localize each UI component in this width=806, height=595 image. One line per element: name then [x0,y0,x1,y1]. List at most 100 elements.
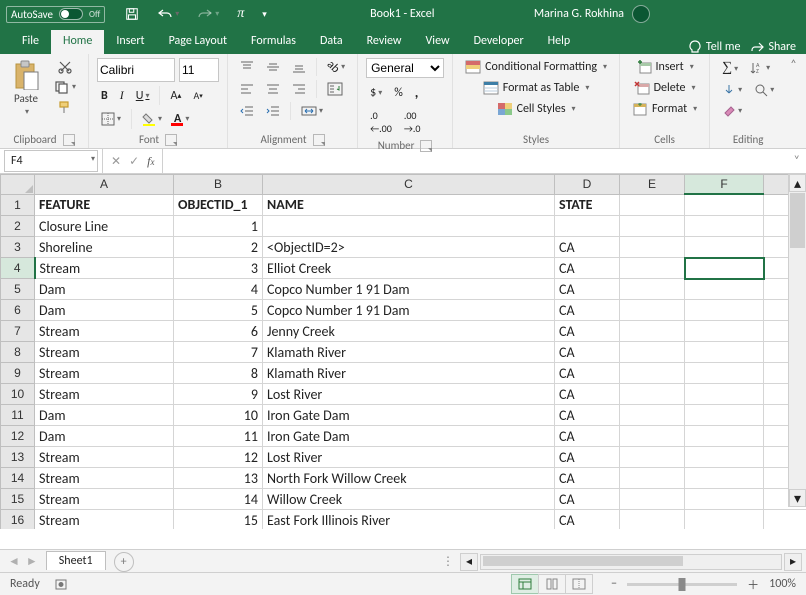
cell-F12[interactable] [685,426,764,447]
customize-qat-button[interactable]: ▾ [258,7,271,22]
cell-A8[interactable]: Stream [35,342,174,363]
user-avatar-icon[interactable] [632,5,650,23]
row-header-3[interactable]: 3 [1,237,35,258]
sheet-tab-1[interactable]: Sheet1 [46,551,106,570]
orientation-button[interactable]: ab▾ [323,58,349,76]
shrink-font-button[interactable]: A▾ [189,87,206,104]
undo-button[interactable]: ▾ [153,5,183,23]
cell-A5[interactable]: Dam [35,279,174,300]
col-header-A[interactable]: A [35,175,174,195]
hscroll-right-button[interactable]: ▸ [784,553,802,571]
cell-D13[interactable]: CA [555,447,620,468]
cell-E6[interactable] [620,300,685,321]
zoom-in-button[interactable]: ＋ [743,574,763,595]
cell-E16[interactable] [620,510,685,530]
cell-A13[interactable]: Stream [35,447,174,468]
cell-F3[interactable] [685,237,764,258]
format-cells-button[interactable]: Format▾ [628,100,701,118]
tab-review[interactable]: Review [355,30,414,54]
cell-C5[interactable]: Copco Number 1 91 Dam [263,279,555,300]
sheet-nav-next-button[interactable]: ► [26,554,38,569]
tell-me-button[interactable]: Tell me [688,40,741,54]
cell-D5[interactable]: CA [555,279,620,300]
user-name[interactable]: Marina G. Rokhina [534,7,624,21]
align-bottom-button[interactable] [288,58,310,76]
cell-E1[interactable] [620,194,685,216]
cell-F8[interactable] [685,342,764,363]
format-as-table-button[interactable]: Format as Table▾ [461,79,611,97]
row-header-10[interactable]: 10 [1,384,35,405]
cell-D1[interactable]: STATE [555,194,620,216]
cell-F4[interactable] [685,258,764,279]
cell-C14[interactable]: North Fork Willow Creek [263,468,555,489]
cell-B2[interactable]: 1 [174,216,263,237]
tab-developer[interactable]: Developer [462,30,536,54]
cell-D9[interactable]: CA [555,363,620,384]
name-box[interactable]: F4 ▾ [4,150,98,172]
cell-C16[interactable]: East Fork Illinois River [263,510,555,530]
borders-button[interactable]: ▾ [97,110,125,128]
copy-button[interactable]: ▾ [50,78,80,96]
row-header-2[interactable]: 2 [1,216,35,237]
font-size-combo[interactable] [179,58,219,82]
cell-C6[interactable]: Copco Number 1 91 Dam [263,300,555,321]
tab-formulas[interactable]: Formulas [239,30,308,54]
cell-A14[interactable]: Stream [35,468,174,489]
cell-E2[interactable] [620,216,685,237]
cell-C11[interactable]: Iron Gate Dam [263,405,555,426]
view-page-layout-button[interactable] [538,574,566,594]
cell-E10[interactable] [620,384,685,405]
cell-A7[interactable]: Stream [35,321,174,342]
cell-A3[interactable]: Shoreline [35,237,174,258]
fill-button[interactable]: ▾ [718,81,746,99]
decrease-indent-button[interactable] [236,102,258,120]
share-button[interactable]: Share [750,40,796,54]
col-header-C[interactable]: C [263,175,555,195]
cell-C12[interactable]: Iron Gate Dam [263,426,555,447]
font-name-combo[interactable] [97,58,175,82]
row-header-7[interactable]: 7 [1,321,35,342]
bold-button[interactable]: B [97,87,112,105]
cell-E12[interactable] [620,426,685,447]
clipboard-launcher[interactable] [63,134,75,146]
cell-B1[interactable]: OBJECTID_1 [174,194,263,216]
cell-D10[interactable]: CA [555,384,620,405]
grow-font-button[interactable]: A▴ [166,87,185,105]
align-left-button[interactable] [236,80,258,98]
find-select-button[interactable]: ▾ [750,81,778,99]
clear-button[interactable]: ▾ [718,102,746,120]
cell-G16[interactable] [764,510,806,530]
pi-quick-button[interactable]: π [233,4,248,24]
align-top-button[interactable] [236,58,258,76]
tab-page-layout[interactable]: Page Layout [157,30,239,54]
percent-format-button[interactable]: % [390,84,407,102]
zoom-level[interactable]: 100% [769,577,796,591]
cell-B12[interactable]: 11 [174,426,263,447]
cell-D14[interactable]: CA [555,468,620,489]
scroll-up-button[interactable]: ▴ [789,174,806,192]
cell-C7[interactable]: Jenny Creek [263,321,555,342]
cell-E11[interactable] [620,405,685,426]
cell-C8[interactable]: Klamath River [263,342,555,363]
tab-data[interactable]: Data [308,30,355,54]
cell-E3[interactable] [620,237,685,258]
cell-F5[interactable] [685,279,764,300]
cell-F15[interactable] [685,489,764,510]
increase-decimal-button[interactable]: .0←.00 [366,107,396,137]
zoom-slider[interactable] [627,583,737,586]
align-middle-button[interactable] [262,58,284,76]
cell-E13[interactable] [620,447,685,468]
autosum-button[interactable]: ∑▾ [718,58,742,78]
row-header-11[interactable]: 11 [1,405,35,426]
cell-A4[interactable]: Stream [35,258,174,279]
cell-F6[interactable] [685,300,764,321]
cell-D4[interactable]: CA [555,258,620,279]
tab-file[interactable]: File [10,30,51,54]
cell-F14[interactable] [685,468,764,489]
tab-view[interactable]: View [414,30,462,54]
cell-B10[interactable]: 9 [174,384,263,405]
hscroll-left-button[interactable]: ◂ [460,553,478,571]
cell-A12[interactable]: Dam [35,426,174,447]
maximize-button[interactable] [742,6,762,22]
cell-F11[interactable] [685,405,764,426]
